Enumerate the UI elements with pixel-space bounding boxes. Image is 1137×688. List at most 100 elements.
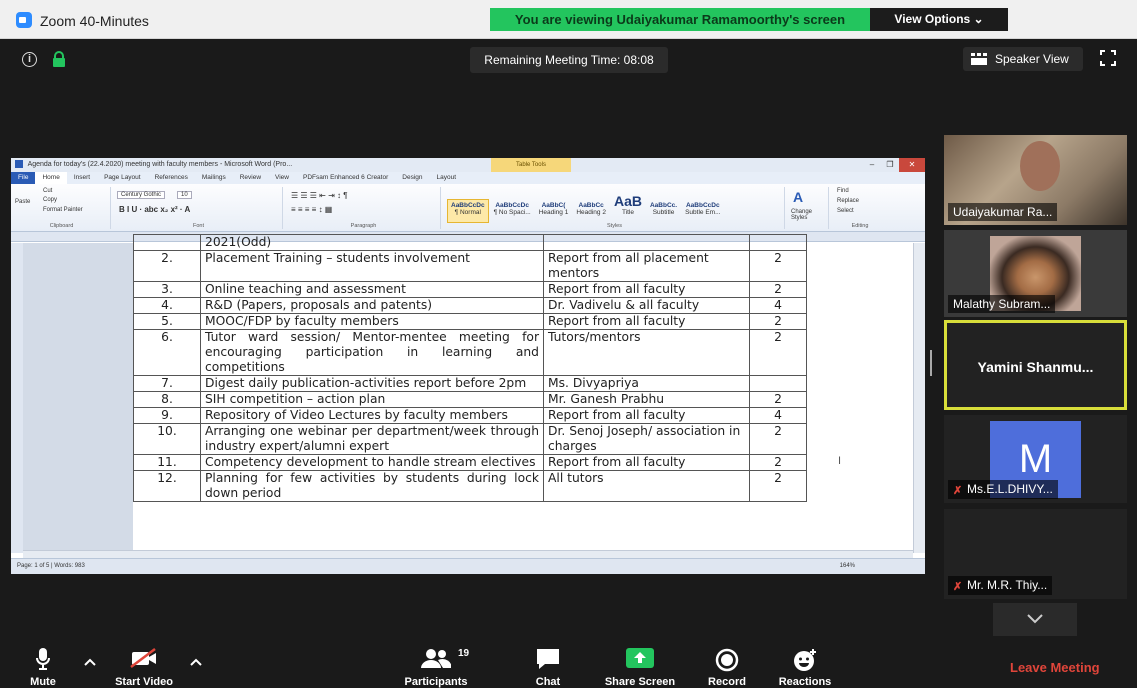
video-tile-dhivya[interactable]: M ✗ Ms.E.L.DHIVY... xyxy=(944,415,1127,503)
shared-screen[interactable]: Agenda for today's (22.4.2020) meeting w… xyxy=(11,158,925,574)
tab-mailings[interactable]: Mailings xyxy=(195,172,233,184)
table-cell-topic[interactable]: Arranging one webinar per department/wee… xyxy=(200,423,544,455)
table-cell-count[interactable]: 4 xyxy=(749,407,807,424)
audio-options-chevron-icon[interactable] xyxy=(84,657,96,667)
table-cell-count[interactable] xyxy=(749,375,807,392)
style-option[interactable]: AaBbCcDc ¶ Normal xyxy=(447,199,489,223)
change-styles-button[interactable]: Change Styles xyxy=(791,209,827,221)
horizontal-scrollbar[interactable] xyxy=(23,550,913,558)
table-cell-count[interactable]: 2 xyxy=(749,329,807,376)
table-cell-resp[interactable]: Report from all faculty xyxy=(543,313,750,330)
chat-button[interactable]: Chat xyxy=(528,642,568,688)
table-cell-count[interactable] xyxy=(749,234,807,251)
table-cell-resp[interactable]: Ms. Divyapriya xyxy=(543,375,750,392)
table-cell-count[interactable]: 2 xyxy=(749,313,807,330)
table-cell-topic[interactable]: R&D (Papers, proposals and patents) xyxy=(200,297,544,314)
view-options-button[interactable]: View Options ⌄ xyxy=(870,8,1008,31)
table-cell-count[interactable]: 2 xyxy=(749,470,807,502)
style-option[interactable]: AaBbCcDc ¶ No Spaci... xyxy=(491,200,534,224)
table-cell-topic[interactable]: Planning for few activities by students … xyxy=(200,470,544,502)
find-button[interactable]: Find xyxy=(837,188,849,194)
scroll-down-button[interactable] xyxy=(993,603,1077,636)
replace-button[interactable]: Replace xyxy=(837,198,859,204)
lock-icon[interactable] xyxy=(52,51,66,67)
tab-home[interactable]: Home xyxy=(35,172,67,184)
table-cell-count[interactable]: 4 xyxy=(749,297,807,314)
close-icon[interactable]: ✕ xyxy=(899,158,925,172)
table-cell-num[interactable] xyxy=(133,234,201,251)
tab-references[interactable]: References xyxy=(148,172,195,184)
video-tile-yamini[interactable]: Yamini Shanmu... xyxy=(944,320,1127,410)
table-cell-num[interactable]: 8. xyxy=(133,391,201,408)
table-cell-count[interactable]: 2 xyxy=(749,423,807,455)
table-cell-topic[interactable]: Online teaching and assessment xyxy=(200,281,544,298)
tab-view[interactable]: View xyxy=(268,172,296,184)
select-button[interactable]: Select xyxy=(837,208,854,214)
video-tile-thiyagarajan[interactable]: ✗ Mr. M.R. Thiy... xyxy=(944,509,1127,599)
paste-button[interactable]: Paste xyxy=(15,199,30,205)
vertical-scrollbar[interactable] xyxy=(913,243,925,553)
style-option[interactable]: AaBbCcDc Subtle Em... xyxy=(682,200,723,224)
table-cell-topic[interactable]: Placement Training – students involvemen… xyxy=(200,250,544,282)
table-cell-resp[interactable]: Report from all faculty xyxy=(543,407,750,424)
record-button[interactable]: Record xyxy=(702,642,752,688)
style-option[interactable]: AaBbC(Heading 1 xyxy=(536,200,572,224)
minimize-icon[interactable]: – xyxy=(863,158,881,172)
restore-icon[interactable]: ❐ xyxy=(881,158,899,172)
table-cell-topic[interactable]: Repository of Video Lectures by faculty … xyxy=(200,407,544,424)
table-cell-resp[interactable]: Mr. Ganesh Prabhu xyxy=(543,391,750,408)
style-option[interactable]: AaBbCc Heading 2 xyxy=(573,200,609,224)
tab-insert[interactable]: Insert xyxy=(67,172,97,184)
table-cell-resp[interactable]: Report from all faculty xyxy=(543,281,750,298)
bold-italic-underline-icons[interactable]: B I U · abc x₂ x² · A xyxy=(119,205,190,214)
table-cell-num[interactable]: 11. xyxy=(133,454,201,471)
tab-review[interactable]: Review xyxy=(233,172,268,184)
reactions-button[interactable]: Reactions xyxy=(772,642,838,688)
style-option[interactable]: AaBbCc. Subtitle xyxy=(647,200,680,224)
word-zoom-level[interactable]: 164% xyxy=(840,559,855,573)
table-cell-resp[interactable]: Dr. Vadivelu & all faculty xyxy=(543,297,750,314)
table-cell-resp[interactable] xyxy=(543,234,750,251)
table-cell-resp[interactable]: All tutors xyxy=(543,470,750,502)
font-size-select[interactable]: 10 xyxy=(177,191,192,199)
table-cell-topic[interactable]: Digest daily publication-activities repo… xyxy=(200,375,544,392)
document-area[interactable]: 2021(Odd) 2. Placement Training – students… xyxy=(11,234,925,553)
video-tile-udaiyakumar[interactable]: Udaiyakumar Ra... xyxy=(944,135,1127,225)
table-cell-count[interactable]: 2 xyxy=(749,281,807,298)
document-page[interactable]: 2021(Odd) 2. Placement Training – students… xyxy=(133,234,915,553)
table-cell-num[interactable]: 9. xyxy=(133,407,201,424)
table-cell-topic[interactable]: Tutor ward session/ Mentor-mentee meetin… xyxy=(200,329,544,376)
list-icons[interactable]: ☰ ☰ ☰ ⇤ ⇥ ↕ ¶ xyxy=(291,191,348,200)
cut-button[interactable]: Cut xyxy=(43,188,52,194)
tab-pdfsam[interactable]: PDFsam Enhanced 6 Creator xyxy=(296,172,395,184)
table-cell-topic[interactable]: 2021(Odd) xyxy=(200,234,544,251)
info-icon[interactable]: i xyxy=(22,52,37,67)
table-cell-topic[interactable]: MOOC/FDP by faculty members xyxy=(200,313,544,330)
table-cell-num[interactable]: 5. xyxy=(133,313,201,330)
leave-meeting-button[interactable]: Leave Meeting xyxy=(1010,660,1100,675)
table-cell-resp[interactable]: Report from all placement mentors xyxy=(543,250,750,282)
table-cell-resp[interactable]: Tutors/mentors xyxy=(543,329,750,376)
tab-page-layout[interactable]: Page Layout xyxy=(97,172,148,184)
tab-layout[interactable]: Layout xyxy=(430,172,464,184)
tab-design[interactable]: Design xyxy=(395,172,429,184)
video-tile-malathy[interactable]: Malathy Subram... xyxy=(944,230,1127,317)
table-cell-num[interactable]: 6. xyxy=(133,329,201,376)
table-cell-topic[interactable]: SIH competition – action plan xyxy=(200,391,544,408)
table-cell-num[interactable]: 10. xyxy=(133,423,201,455)
table-cell-num[interactable]: 12. xyxy=(133,470,201,502)
table-cell-count[interactable]: 2 xyxy=(749,454,807,471)
table-cell-topic[interactable]: Competency development to handle stream … xyxy=(200,454,544,471)
table-cell-num[interactable]: 7. xyxy=(133,375,201,392)
style-option[interactable]: AaB Title xyxy=(611,191,645,216)
vertical-ruler[interactable] xyxy=(11,243,23,553)
share-screen-button[interactable]: Share Screen xyxy=(598,642,682,688)
font-name-select[interactable]: Century Gothic xyxy=(117,191,166,199)
table-cell-count[interactable]: 2 xyxy=(749,391,807,408)
table-cell-count[interactable]: 2 xyxy=(749,250,807,282)
format-painter-button[interactable]: Format Painter xyxy=(43,207,83,213)
table-cell-resp[interactable]: Report from all faculty xyxy=(543,454,750,471)
panel-splitter[interactable] xyxy=(930,350,932,376)
start-video-button[interactable]: Start Video xyxy=(102,642,186,688)
table-cell-num[interactable]: 2. xyxy=(133,250,201,282)
